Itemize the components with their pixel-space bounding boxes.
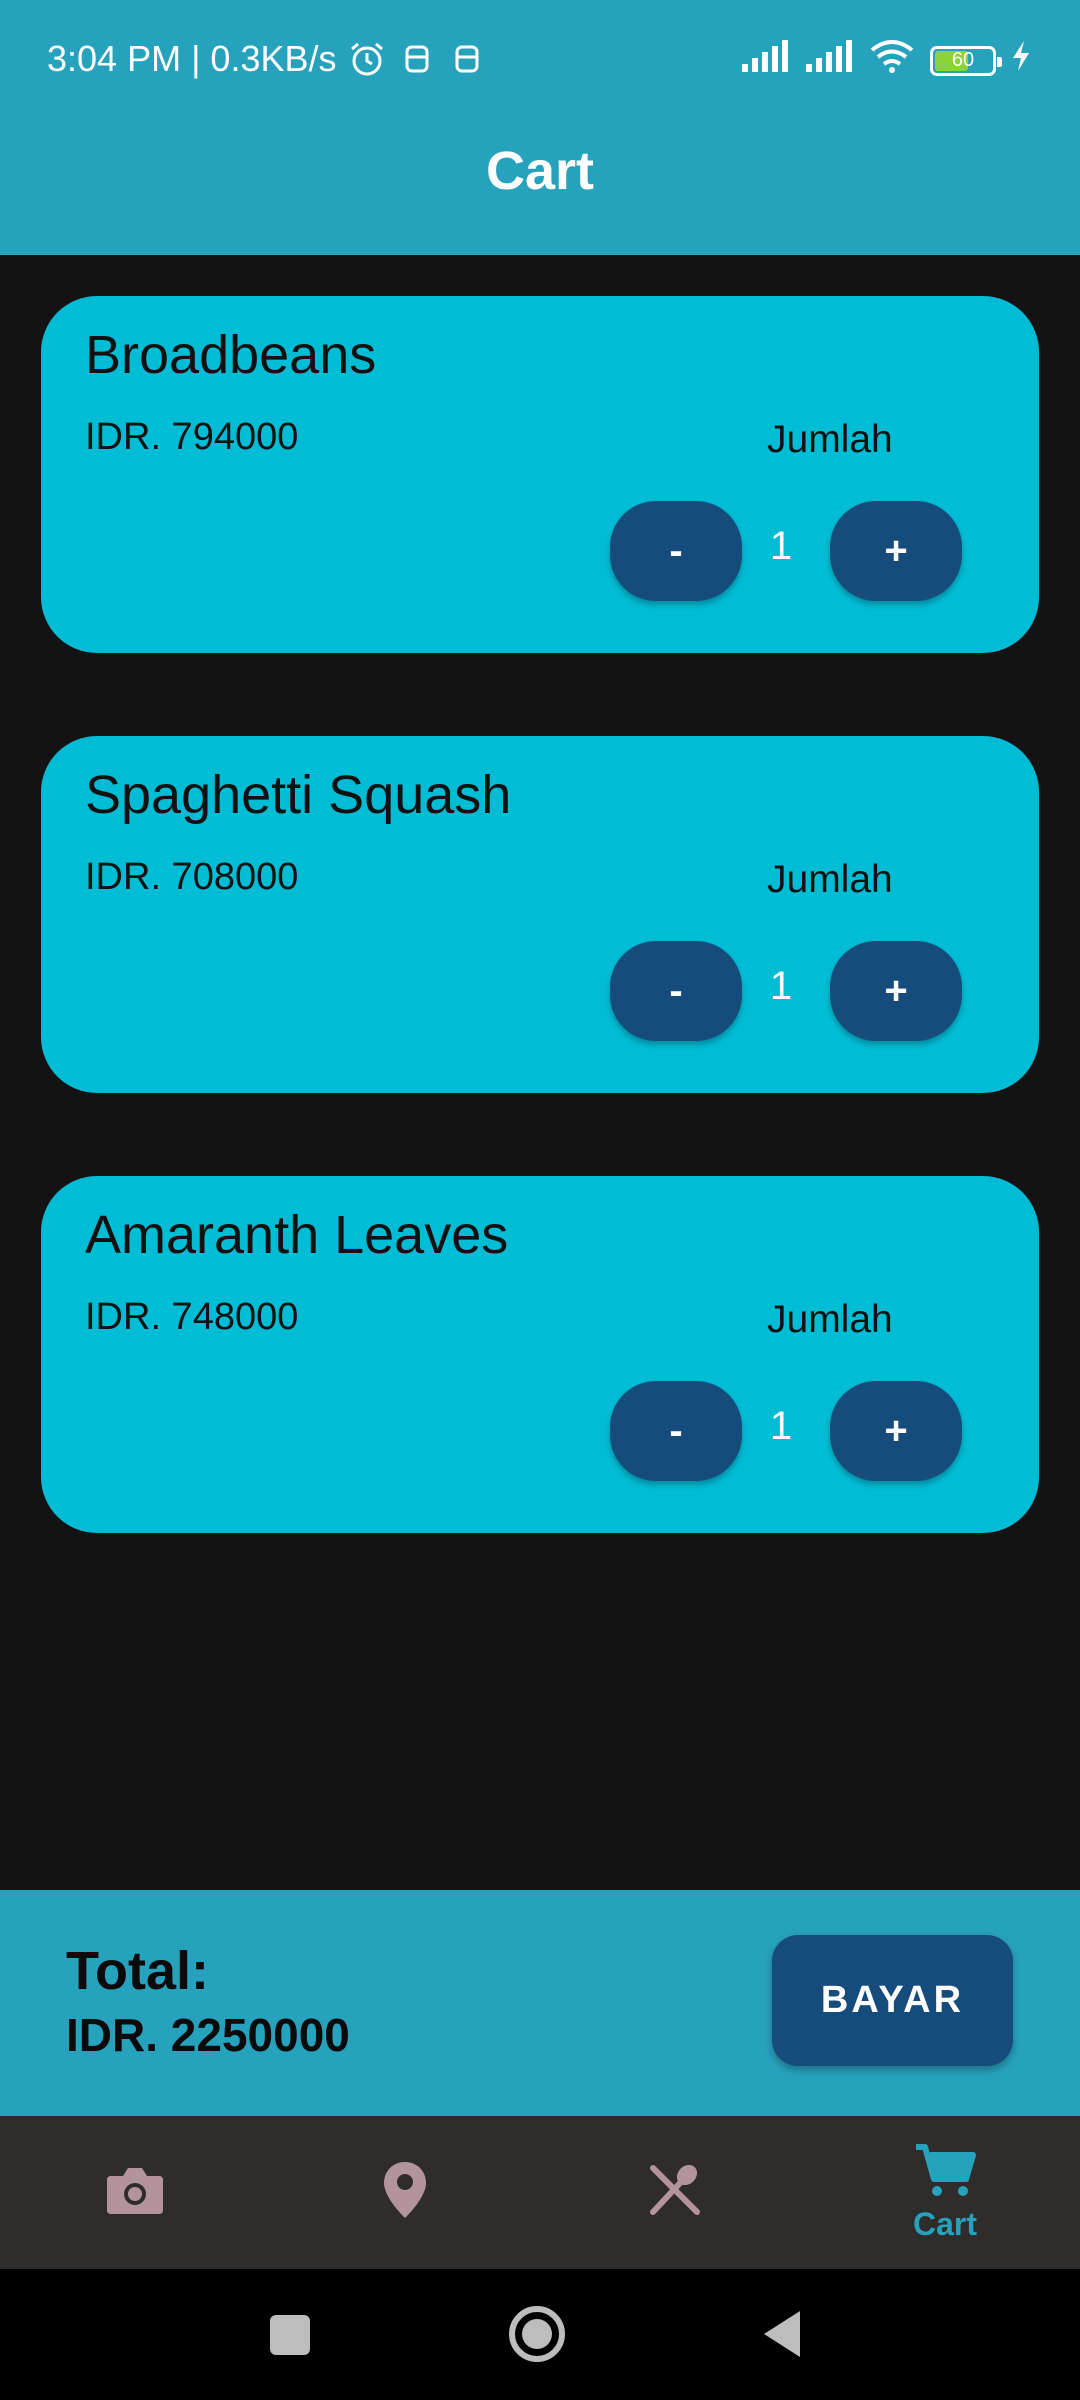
alarm-icon xyxy=(347,39,387,79)
utensils-icon xyxy=(647,2162,703,2223)
nav-item-label: Cart xyxy=(912,2205,977,2242)
item-price: IDR. 794000 xyxy=(85,416,299,458)
cart-item: Broadbeans IDR. 794000 Jumlah - 1 + xyxy=(41,296,1039,653)
signal-icon xyxy=(740,38,790,83)
item-name: Broadbeans xyxy=(85,325,377,385)
system-navigation xyxy=(0,2269,1080,2400)
increase-quantity-button[interactable]: + xyxy=(830,941,962,1041)
quantity-value: 1 xyxy=(769,1404,793,1448)
nav-item-camera[interactable] xyxy=(0,2116,270,2269)
notification-icon xyxy=(397,39,437,79)
quantity-value: 1 xyxy=(769,964,793,1008)
top-bar: 3:04 PM | 0.3KB/s 60 Cart xyxy=(0,0,1080,255)
location-pin-icon xyxy=(382,2160,428,2225)
nav-item-food[interactable] xyxy=(540,2116,810,2269)
camera-icon xyxy=(105,2164,165,2221)
total-bar: Total: IDR. 2250000 BAYAR xyxy=(0,1890,1080,2116)
bottom-navigation: Cart xyxy=(0,2116,1080,2269)
page-title: Cart xyxy=(485,141,595,201)
nav-item-location[interactable] xyxy=(270,2116,540,2269)
status-left: 3:04 PM | 0.3KB/s xyxy=(47,38,487,80)
decrease-quantity-button[interactable]: - xyxy=(610,1381,742,1481)
wifi-icon xyxy=(868,38,916,83)
notification-icon xyxy=(447,39,487,79)
home-button[interactable] xyxy=(508,2305,566,2368)
cart-item: Amaranth Leaves IDR. 748000 Jumlah - 1 + xyxy=(41,1176,1039,1533)
battery-level: 60 xyxy=(951,49,975,71)
cart-icon xyxy=(914,2143,976,2204)
cart-screen: 3:04 PM | 0.3KB/s 60 Cart Broadbeans IDR… xyxy=(0,0,1080,2400)
quantity-label: Jumlah xyxy=(767,1298,893,1341)
status-right: 60 xyxy=(740,38,1032,83)
back-button[interactable] xyxy=(760,2309,804,2364)
pay-button[interactable]: BAYAR xyxy=(772,1935,1013,2066)
nav-item-cart[interactable]: Cart xyxy=(810,2116,1080,2269)
item-name: Spaghetti Squash xyxy=(85,765,512,825)
quantity-label: Jumlah xyxy=(767,858,893,901)
charging-icon xyxy=(1010,39,1032,82)
item-name: Amaranth Leaves xyxy=(85,1205,509,1265)
battery-icon: 60 xyxy=(930,45,1002,76)
recent-apps-button[interactable] xyxy=(268,2313,312,2362)
total-value: IDR. 2250000 xyxy=(66,2009,350,2061)
item-price: IDR. 748000 xyxy=(85,1296,299,1338)
quantity-label: Jumlah xyxy=(767,418,893,461)
signal-icon xyxy=(804,38,854,83)
status-bar: 3:04 PM | 0.3KB/s 60 xyxy=(0,0,1080,120)
total-label: Total: xyxy=(66,1941,209,2001)
cart-item: Spaghetti Squash IDR. 708000 Jumlah - 1 … xyxy=(41,736,1039,1093)
increase-quantity-button[interactable]: + xyxy=(830,501,962,601)
decrease-quantity-button[interactable]: - xyxy=(610,941,742,1041)
decrease-quantity-button[interactable]: - xyxy=(610,501,742,601)
increase-quantity-button[interactable]: + xyxy=(830,1381,962,1481)
status-time-speed: 3:04 PM | 0.3KB/s xyxy=(47,38,337,79)
item-price: IDR. 708000 xyxy=(85,856,299,898)
cart-list: Broadbeans IDR. 794000 Jumlah - 1 + Spag… xyxy=(41,296,1039,1616)
quantity-value: 1 xyxy=(769,524,793,568)
